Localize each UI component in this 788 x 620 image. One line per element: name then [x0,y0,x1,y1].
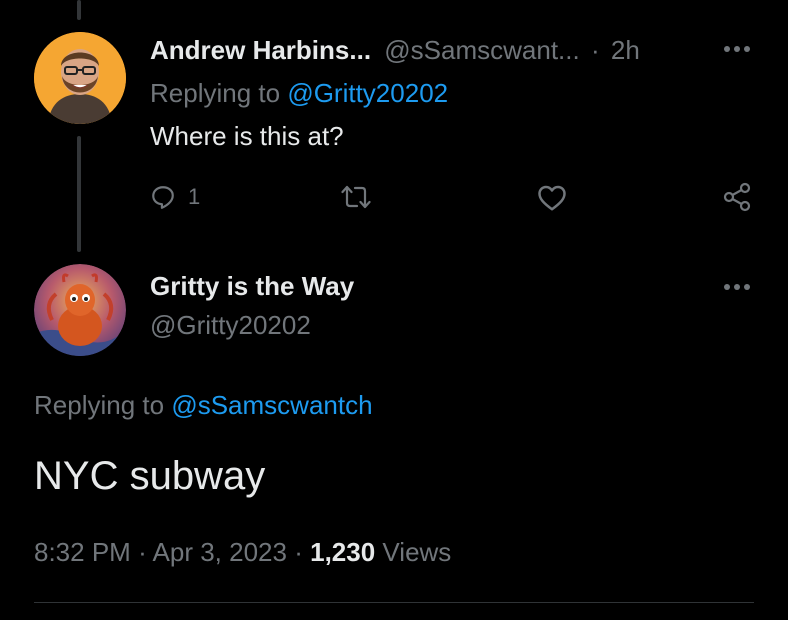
share-button[interactable] [722,182,752,212]
retweet-icon [341,185,371,209]
more-icon[interactable] [720,280,754,294]
display-name[interactable]: Andrew Harbins... [150,35,371,65]
more-icon[interactable] [720,42,754,56]
reply-icon [152,186,174,209]
replying-to-line: Replying to @Gritty20202 [150,77,448,109]
tweet-text: Where is this at? [150,121,344,151]
views-count: 1,230 [310,537,376,567]
gritty-avatar-image [34,264,126,356]
reply-button[interactable]: 1 [150,184,200,210]
thread-line-top [77,0,81,20]
heart-icon [538,185,566,211]
tweet-meta: 8:32 PM · Apr 3, 2023 · 1,230 Views [34,536,451,568]
thread-line-connector [77,136,81,252]
share-icon [723,182,751,212]
separator-dot: · [138,537,147,567]
replying-to-link[interactable]: @sSamscwantch [171,390,372,420]
tweet-date[interactable]: Apr 3, 2023 [153,537,287,567]
divider [34,602,754,603]
person-avatar-image [34,32,126,124]
display-name[interactable]: Gritty is the Way [150,270,354,302]
replying-to-prefix: Replying to [150,78,288,108]
separator-dot: · [294,537,303,567]
user-handle[interactable]: @Gritty20202 [150,309,311,341]
separator-dot: · [590,35,600,65]
avatar[interactable] [34,264,126,356]
tweet-time[interactable]: 8:32 PM [34,537,131,567]
avatar[interactable] [34,32,126,124]
user-handle[interactable]: @sSamscwant... [384,35,579,65]
replying-to-link[interactable]: @Gritty20202 [287,78,448,108]
tweet-text: NYC subway [34,454,266,498]
replying-to-line: Replying to @sSamscwantch [34,389,373,421]
views-label: Views [382,537,452,567]
reply-count: 1 [188,184,201,209]
timestamp[interactable]: 2h [611,35,640,65]
replying-to-prefix: Replying to [34,390,172,420]
like-button[interactable] [537,184,567,212]
retweet-button[interactable] [341,184,371,210]
